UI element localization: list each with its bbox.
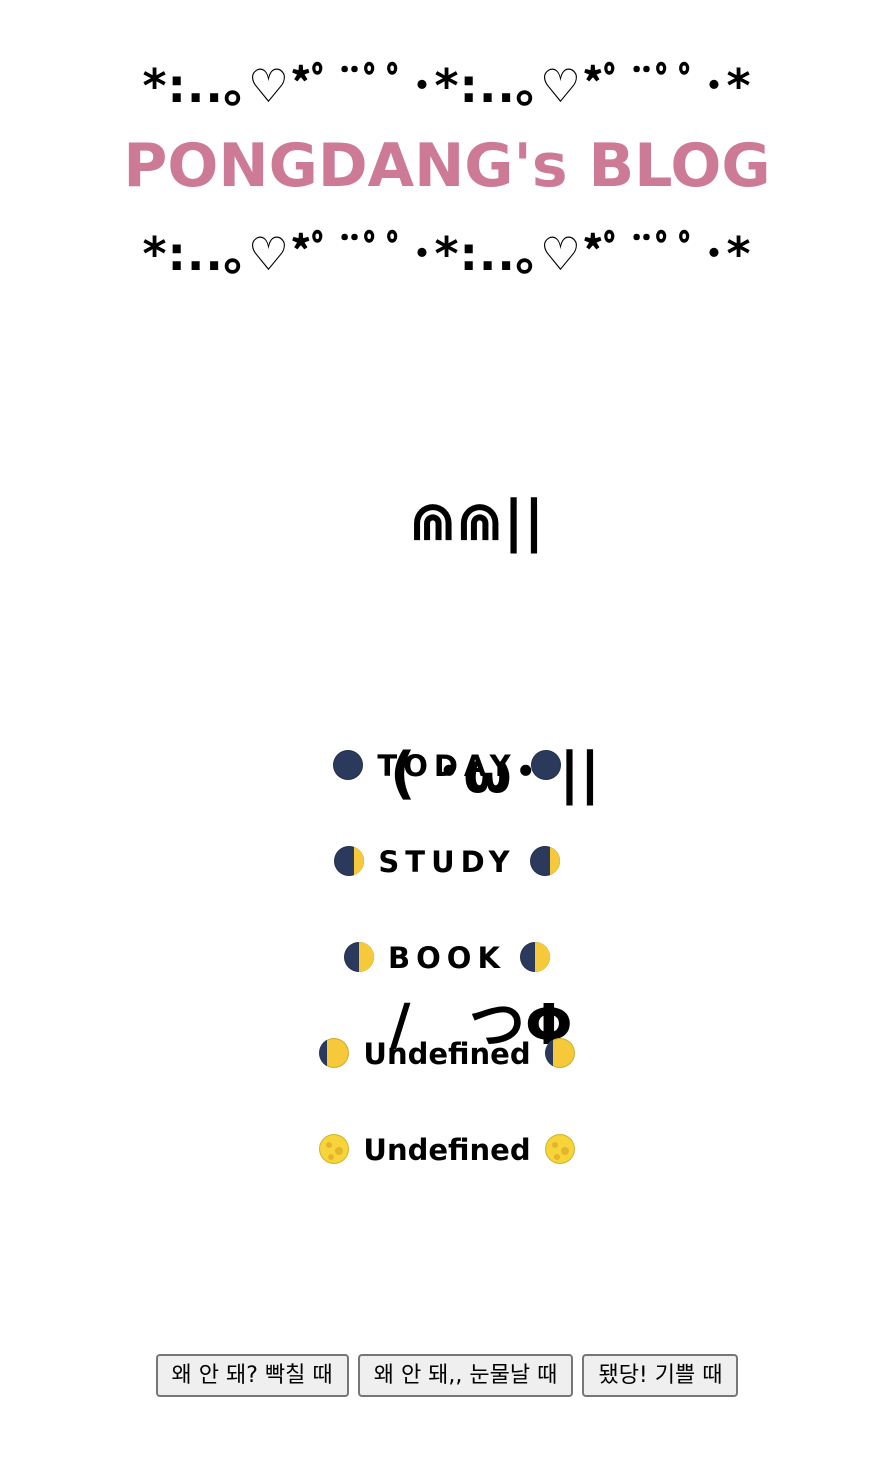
nav-item-label: TODAY	[377, 749, 517, 783]
waxing-crescent-moon-icon	[334, 846, 365, 876]
bunny-ears-line: ⋒⋒||	[390, 489, 545, 554]
full-moon-icon	[544, 1134, 575, 1164]
nav-item-label: Undefined	[363, 1037, 531, 1071]
waxing-crescent-moon-icon	[529, 846, 560, 876]
mood-button-group: 왜 안 돼? 빡칠 때 왜 안 돼,, 눈물날 때 됐당! 기쁠 때	[0, 1354, 894, 1397]
header-decoration-top: *:..｡♡*ﾟ¨ﾟﾟ･*:..｡♡*ﾟ¨ﾟﾟ･*	[142, 59, 752, 113]
nav-item-label: Undefined	[363, 1133, 531, 1167]
nav-item-book[interactable]: BOOK	[0, 938, 894, 978]
nav-item-undefined-1[interactable]: Undefined	[0, 1034, 894, 1074]
sad-mood-button[interactable]: 왜 안 돼,, 눈물날 때	[357, 1354, 574, 1397]
happy-mood-button[interactable]: 됐당! 기쁠 때	[582, 1354, 739, 1397]
waxing-gibbous-moon-icon	[319, 1038, 350, 1068]
first-quarter-moon-icon	[520, 942, 551, 972]
full-moon-icon	[319, 1134, 350, 1164]
nav-item-label: BOOK	[388, 941, 506, 975]
nav-item-label: STUDY	[378, 845, 516, 879]
first-quarter-moon-icon	[343, 942, 374, 972]
blog-title: PONGDANG's BLOG	[123, 131, 771, 201]
new-moon-icon	[333, 750, 364, 780]
nav-item-undefined-2[interactable]: Undefined	[0, 1130, 894, 1170]
waxing-gibbous-moon-icon	[544, 1038, 575, 1068]
nav-item-today[interactable]: TODAY	[0, 746, 894, 786]
angry-mood-button[interactable]: 왜 안 돼? 빡칠 때	[155, 1354, 349, 1397]
nav-item-study[interactable]: STUDY	[0, 842, 894, 882]
new-moon-icon	[530, 750, 561, 780]
bunny-mascot: ⋒⋒|| ( ･ω･ || / つΦ	[390, 312, 650, 1152]
header-decoration-bottom: *:..｡♡*ﾟ¨ﾟﾟ･*:..｡♡*ﾟ¨ﾟﾟ･*	[142, 227, 752, 281]
